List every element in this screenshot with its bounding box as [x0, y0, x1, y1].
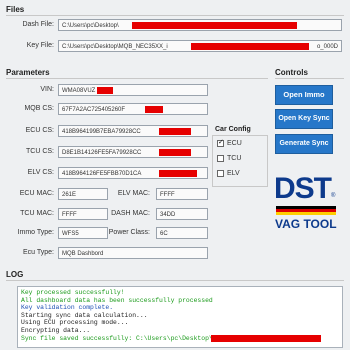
ecu-mac-value: 261E — [62, 192, 77, 198]
power-class-value: 6C — [160, 231, 168, 237]
vin-field[interactable]: WMA08VUZ — [58, 84, 208, 96]
redaction-mark — [159, 170, 197, 177]
log-line: Sync file saved successfully: C:\Users\p… — [21, 334, 339, 343]
redaction-mark — [159, 149, 191, 156]
redaction-mark — [132, 22, 297, 29]
ecu-cs-label: ECU CS: — [25, 127, 54, 134]
dst-logo: DST ® VAG TOOL — [272, 172, 342, 242]
elv-mac-label: ELV MAC: — [117, 190, 150, 197]
elv-mac-field[interactable]: FFFF — [156, 188, 208, 200]
elv-cs-field[interactable]: 418B964126FE5FBB70D1CA — [58, 167, 208, 179]
open-immo-button[interactable]: Open Immo — [275, 85, 333, 105]
log-line: All dashboard data has been successfully… — [21, 296, 213, 304]
ecu-mac-field[interactable]: 261E — [58, 188, 108, 200]
controls-divider — [275, 78, 344, 79]
vin-label: VIN: — [40, 86, 54, 93]
tcu-checkbox-label: TCU — [227, 155, 242, 162]
elv-cs-label: ELV CS: — [27, 169, 54, 176]
ecu-type-field[interactable]: MQB Dashbord — [58, 247, 208, 259]
ecu-type-value: MQB Dashbord — [62, 251, 104, 257]
immo-type-label: Immo Type: — [17, 229, 54, 236]
dash-file-field[interactable]: C:\Users\pc\Desktop\ — [58, 19, 342, 31]
redaction-mark — [191, 43, 309, 50]
key-file-suffix: o_000D — [316, 44, 338, 50]
log-line: Using ECU processing mode... — [21, 319, 129, 327]
log-output[interactable]: Key processed successfully! All dashboar… — [17, 286, 343, 348]
tcu-cs-value: D8E1B14126FE5FA79928CC — [62, 150, 142, 156]
dash-file-value: C:\Users\pc\Desktop\ — [62, 23, 119, 29]
tcu-cs-label: TCU CS: — [26, 148, 54, 155]
log-line: Encrypting data... — [21, 326, 91, 334]
logo-brand-text: DST — [274, 172, 332, 205]
elv-mac-value: FFFF — [160, 192, 175, 198]
car-config-elv[interactable]: ELV — [217, 170, 240, 177]
elv-cs-value: 418B964126FE5FBB70D1CA — [62, 171, 142, 177]
mqb-cs-label: MQB CS: — [24, 105, 54, 112]
redaction-mark — [211, 334, 321, 342]
mqb-cs-value: 67F7A2AC725405260F — [62, 107, 126, 113]
elv-checkbox-label: ELV — [227, 170, 240, 177]
files-section-title: Files — [6, 5, 25, 14]
tcu-mac-label: TCU MAC: — [20, 210, 54, 217]
tcu-checkbox[interactable] — [217, 155, 224, 162]
dash-mac-field[interactable]: 34DD — [156, 208, 208, 220]
redaction-mark — [159, 128, 191, 135]
parameters-section-title: Parameters — [6, 68, 50, 77]
flag-stripe-gold — [276, 212, 336, 215]
controls-title: Controls — [275, 68, 308, 77]
tcu-mac-value: FFFF — [62, 212, 77, 218]
immo-type-value: WFS5 — [62, 231, 79, 237]
logo-registered-mark: ® — [331, 193, 336, 199]
open-key-sync-button[interactable]: Open Key Sync — [275, 109, 333, 129]
power-class-label: Power Class: — [108, 229, 150, 236]
log-line: Starting sync data calculation... — [21, 311, 148, 319]
immo-type-field[interactable]: WFS5 — [58, 227, 108, 239]
ecu-checkbox-label: ECU — [227, 140, 242, 147]
ecu-cs-field[interactable]: 418B964199B7EBA79928CC — [58, 125, 208, 137]
key-file-value: C:\Users\pc\Desktop\MQB_NEC35XX_i — [62, 44, 168, 50]
files-divider — [6, 15, 344, 16]
generate-sync-button[interactable]: Generate Sync — [275, 134, 333, 154]
car-config-ecu[interactable]: ECU — [217, 138, 242, 147]
car-config-tcu[interactable]: TCU — [217, 155, 241, 162]
log-section-title: LOG — [6, 270, 24, 279]
log-divider — [6, 280, 344, 281]
tcu-mac-field[interactable]: FFFF — [58, 208, 108, 220]
car-config-title: Car Config — [215, 126, 251, 133]
ecu-checkbox[interactable] — [217, 138, 224, 147]
elv-checkbox[interactable] — [217, 170, 224, 177]
ecu-cs-value: 418B964199B7EBA79928CC — [62, 129, 141, 135]
ecu-type-label: Ecu Type: — [22, 249, 54, 256]
logo-subtitle-text: VAG TOOL — [275, 217, 337, 231]
log-line: Key processed successfully! — [21, 289, 125, 296]
mqb-cs-field[interactable]: 67F7A2AC725405260F — [58, 103, 208, 115]
key-file-field[interactable]: C:\Users\pc\Desktop\MQB_NEC35XX_i o_000D — [58, 40, 342, 52]
key-file-label: Key File: — [26, 42, 54, 49]
tcu-cs-field[interactable]: D8E1B14126FE5FA79928CC — [58, 146, 208, 158]
dash-file-label: Dash File: — [22, 21, 54, 28]
ecu-mac-label: ECU MAC: — [19, 190, 54, 197]
dash-mac-value: 34DD — [160, 212, 176, 218]
log-line: Key validation complete. — [21, 304, 114, 312]
dash-mac-label: DASH MAC: — [111, 210, 150, 217]
redaction-mark — [97, 87, 113, 94]
vin-value: WMA08VUZ — [62, 88, 96, 94]
parameters-divider — [6, 78, 268, 79]
power-class-field[interactable]: 6C — [156, 227, 208, 239]
redaction-mark — [145, 106, 163, 113]
